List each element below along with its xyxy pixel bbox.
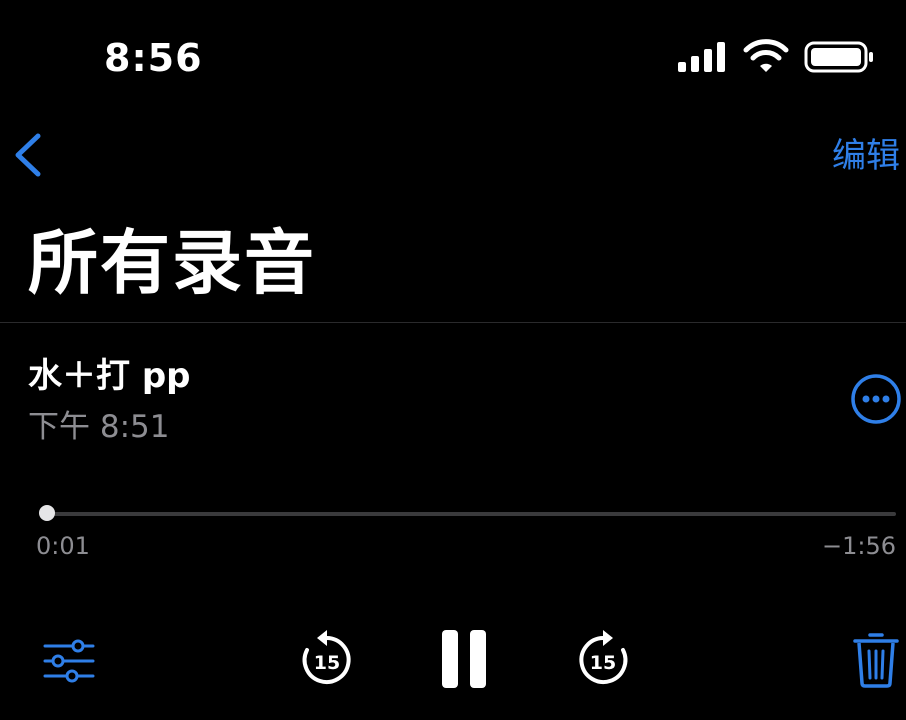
ellipsis-circle-icon — [850, 373, 902, 425]
skip-forward-seconds: 15 — [590, 652, 616, 674]
skip-forward-15-icon: 15 — [576, 628, 634, 690]
more-options-button[interactable] — [850, 373, 902, 425]
trash-icon — [852, 630, 900, 688]
status-time: 8:56 — [104, 36, 203, 80]
delete-button[interactable] — [852, 630, 900, 688]
skip-forward-15-button[interactable]: 15 — [576, 628, 634, 690]
battery-icon — [804, 40, 876, 74]
sliders-icon — [42, 638, 96, 684]
page-title: 所有录音 — [28, 222, 316, 304]
edit-button[interactable]: 编辑 — [832, 134, 900, 178]
skip-back-15-icon: 15 — [296, 628, 354, 690]
skip-back-15-button[interactable]: 15 — [296, 628, 354, 690]
elapsed-time: 0:01 — [36, 532, 90, 560]
recording-timestamp: 下午 8:51 — [28, 409, 170, 445]
scrubber-handle[interactable] — [38, 505, 55, 521]
remaining-time: −1:56 — [821, 532, 896, 560]
back-button[interactable] — [8, 130, 48, 180]
chevron-left-icon — [8, 130, 48, 180]
skip-back-seconds: 15 — [314, 652, 340, 674]
playback-scrubber[interactable] — [40, 512, 896, 516]
recording-title[interactable]: 水＋打 pp — [28, 354, 191, 398]
cellular-signal-icon — [676, 42, 728, 72]
pause-icon — [436, 628, 492, 690]
playback-settings-button[interactable] — [42, 638, 96, 684]
pause-button[interactable] — [436, 628, 492, 690]
wifi-icon — [742, 38, 790, 74]
divider — [0, 322, 906, 323]
